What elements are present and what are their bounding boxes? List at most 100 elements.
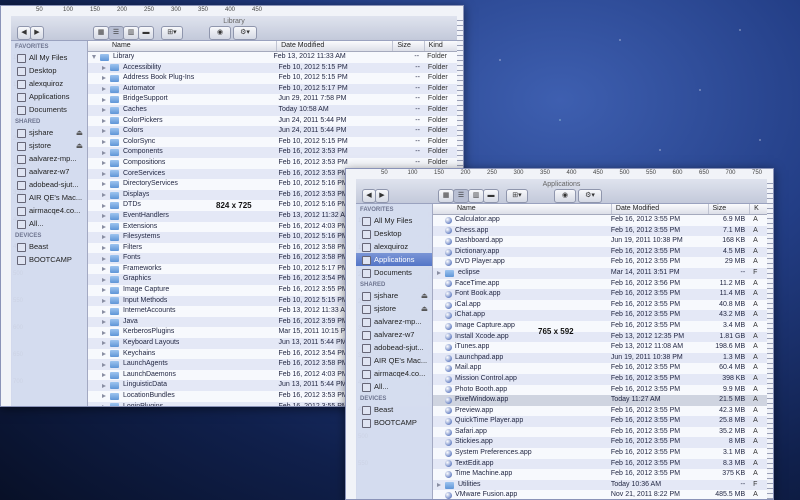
table-row[interactable]: Dictionary.app Feb 16, 2012 3:55 PM 4.5 MB… [433, 246, 767, 258]
sidebar-item[interactable]: Beast [356, 403, 432, 416]
view-mode-icons-button[interactable]: ▦ [93, 26, 109, 40]
table-row[interactable]: ColorPickers Jun 24, 2011 5:44 PM -- Folder [88, 116, 457, 127]
column-header-size[interactable]: Size [393, 41, 425, 51]
disclosure-triangle-icon[interactable] [102, 256, 106, 261]
sidebar-item[interactable]: Beast [11, 240, 87, 253]
sidebar-item[interactable]: Applications [356, 253, 432, 266]
view-mode-columns-button[interactable]: ▥ [123, 26, 139, 40]
view-mode-icons-button[interactable]: ▦ [438, 189, 454, 203]
disclosure-triangle-icon[interactable] [102, 277, 106, 282]
table-row[interactable]: QuickTime Player.app Feb 16, 2012 3:55 PM… [433, 416, 767, 427]
disclosure-triangle-icon[interactable] [102, 65, 106, 70]
disclosure-triangle-icon[interactable] [102, 140, 106, 145]
sidebar-item[interactable]: aalvarez-mp... [356, 315, 432, 328]
table-row[interactable]: FaceTime.app Feb 16, 2012 3:56 PM 11.2 MB A [433, 279, 767, 290]
disclosure-triangle-icon[interactable] [102, 129, 106, 134]
forward-button[interactable]: ▶ [375, 189, 389, 203]
disclosure-triangle-icon[interactable] [102, 108, 106, 113]
quick-look-button[interactable]: ◉ [209, 26, 231, 40]
table-row[interactable]: PixelWindow.app Today 11:27 AM 21.5 MB A [433, 395, 767, 406]
column-header-date-modified[interactable]: Date Modified [612, 204, 709, 214]
disclosure-triangle-icon[interactable] [437, 271, 441, 276]
disclosure-triangle-icon[interactable] [102, 182, 106, 187]
table-row[interactable]: Install Xcode.app Feb 13, 2012 12:35 PM 1.… [433, 331, 767, 343]
eject-icon[interactable]: ⏏ [421, 302, 428, 315]
sidebar-item[interactable]: All... [11, 217, 87, 230]
table-row[interactable]: Utilities Today 10:36 AM -- F [433, 479, 767, 491]
table-row[interactable]: DVD Player.app Feb 16, 2012 3:55 PM 29 MB A [433, 257, 767, 268]
table-row[interactable]: TextEdit.app Feb 16, 2012 3:55 PM 8.3 MB A [433, 458, 767, 470]
disclosure-triangle-icon[interactable] [102, 383, 106, 388]
disclosure-triangle-icon[interactable] [102, 161, 106, 166]
quick-look-button[interactable]: ◉ [554, 189, 576, 203]
disclosure-triangle-icon[interactable] [102, 235, 106, 240]
action-gear-button[interactable]: ⚙▾ [578, 189, 602, 203]
disclosure-triangle-icon[interactable] [102, 330, 106, 335]
disclosure-triangle-icon[interactable] [92, 55, 96, 60]
view-mode-list-button[interactable]: ☰ [108, 26, 124, 40]
sidebar-item[interactable]: airmacqe4.co... [356, 367, 432, 380]
view-mode-list-button[interactable]: ☰ [453, 189, 469, 203]
disclosure-triangle-icon[interactable] [102, 118, 106, 123]
table-row[interactable]: Calculator.app Feb 16, 2012 3:55 PM 6.9 MB… [433, 215, 767, 226]
back-button[interactable]: ◀ [17, 26, 31, 40]
finder-window-applications[interactable]: 50 100 150 200 250 300 350 400 450 500 550 600 650 70… [345, 168, 774, 500]
view-mode-coverflow-button[interactable]: ▬ [138, 26, 154, 40]
disclosure-triangle-icon[interactable] [102, 309, 106, 314]
disclosure-triangle-icon[interactable] [102, 298, 106, 303]
table-row[interactable]: Chess.app Feb 16, 2012 3:55 PM 7.1 MB A [433, 225, 767, 237]
disclosure-triangle-icon[interactable] [102, 214, 106, 219]
table-row[interactable]: Safari.app Feb 16, 2012 3:55 PM 35.2 MB A [433, 427, 767, 438]
table-row[interactable]: eclipse Mar 14, 2011 3:51 PM -- F [433, 267, 767, 279]
sidebar-item[interactable]: adobead-sjut... [11, 178, 87, 191]
sidebar-item[interactable]: AIR QE's Mac... [11, 191, 87, 204]
eject-icon[interactable]: ⏏ [421, 289, 428, 302]
disclosure-triangle-icon[interactable] [102, 351, 106, 356]
disclosure-triangle-icon[interactable] [102, 373, 106, 378]
disclosure-triangle-icon[interactable] [102, 320, 106, 325]
column-header-date-modified[interactable]: Date Modified [277, 41, 394, 51]
sidebar-item[interactable]: sjshare ⏏ [356, 289, 432, 302]
table-row[interactable]: Dashboard.app Jun 19, 2011 10:38 PM 168 KB… [433, 236, 767, 247]
sidebar-item[interactable]: Documents [356, 266, 432, 279]
sidebar-item[interactable]: sjstore ⏏ [356, 302, 432, 315]
table-row[interactable]: Mission Control.app Feb 16, 2012 3:55 PM 3… [433, 373, 767, 385]
action-gear-button[interactable]: ⚙▾ [233, 26, 257, 40]
sidebar-item[interactable]: airmacqe4.co... [11, 204, 87, 217]
table-row[interactable]: BridgeSupport Jun 29, 2011 7:58 PM -- Folde… [88, 94, 457, 105]
sidebar-item[interactable]: BOOTCAMP [356, 416, 432, 429]
sidebar-item[interactable]: Desktop [356, 227, 432, 240]
disclosure-triangle-icon[interactable] [102, 341, 106, 346]
eject-icon[interactable]: ⏏ [76, 126, 83, 139]
column-header-kind[interactable]: K [750, 204, 767, 214]
table-row[interactable]: ColorSync Feb 10, 2012 5:15 PM -- Folder [88, 137, 457, 148]
disclosure-triangle-icon[interactable] [437, 483, 441, 488]
disclosure-triangle-icon[interactable] [102, 224, 106, 229]
sidebar-item[interactable]: Desktop [11, 64, 87, 77]
sidebar-item[interactable]: sjshare ⏏ [11, 126, 87, 139]
column-header-kind[interactable]: Kind [425, 41, 457, 51]
disclosure-triangle-icon[interactable] [102, 193, 106, 198]
disclosure-triangle-icon[interactable] [102, 150, 106, 155]
table-row[interactable]: iChat.app Feb 16, 2012 3:55 PM 43.2 MB A [433, 310, 767, 321]
table-row[interactable]: Photo Booth.app Feb 16, 2012 3:55 PM 9.9 M… [433, 385, 767, 396]
sidebar-item[interactable]: adobead-sjut... [356, 341, 432, 354]
table-row[interactable]: Accessibility Feb 10, 2012 5:15 PM -- Folde… [88, 62, 457, 74]
sidebar-item[interactable]: All My Files [356, 214, 432, 227]
table-row[interactable]: VMware Fusion.app Nov 21, 2011 8:22 PM 485… [433, 490, 767, 499]
sidebar-item[interactable]: BOOTCAMP [11, 253, 87, 266]
table-row[interactable]: Automator Feb 10, 2012 5:17 PM -- Folder [88, 83, 457, 95]
table-row[interactable]: Colors Jun 24, 2011 5:44 PM -- Folder [88, 126, 457, 137]
sidebar-item[interactable]: sjstore ⏏ [11, 139, 87, 152]
disclosure-triangle-icon[interactable] [102, 288, 106, 293]
sidebar-item[interactable]: aalvarez-mp... [11, 152, 87, 165]
table-row[interactable]: Components Feb 16, 2012 3:53 PM -- Folder [88, 147, 457, 158]
disclosure-triangle-icon[interactable] [102, 87, 106, 92]
table-row[interactable]: Stickies.app Feb 16, 2012 3:55 PM 8 MB A [433, 437, 767, 449]
sidebar-item[interactable]: aalvarez-w7 [11, 165, 87, 178]
table-row[interactable]: Preview.app Feb 16, 2012 3:55 PM 42.3 MB A [433, 406, 767, 417]
table-row[interactable]: Library Feb 13, 2012 11:33 AM -- Folder [88, 52, 457, 63]
disclosure-triangle-icon[interactable] [102, 171, 106, 176]
eject-icon[interactable]: ⏏ [76, 139, 83, 152]
sidebar-item[interactable]: All... [356, 380, 432, 393]
